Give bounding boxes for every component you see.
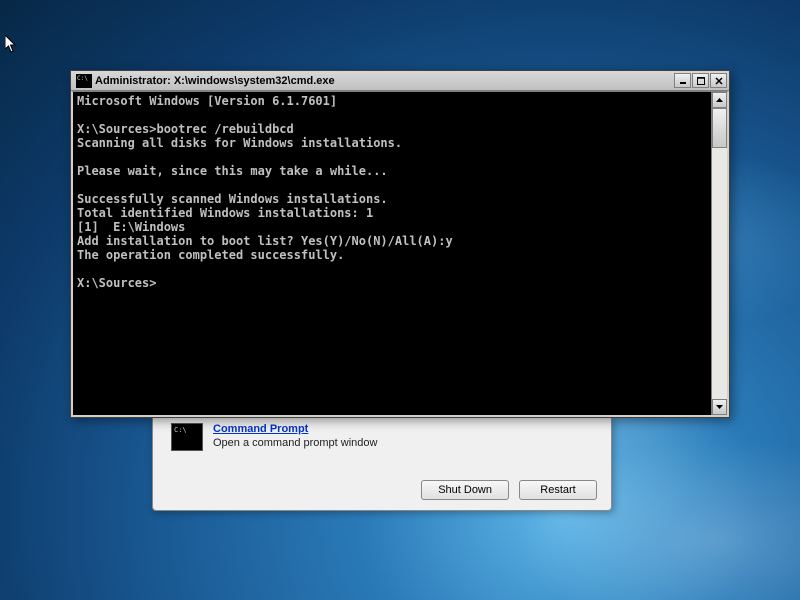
window-title: Administrator: X:\windows\system32\cmd.e…: [95, 75, 674, 87]
close-button[interactable]: [710, 73, 727, 88]
recovery-button-bar: Shut Down Restart: [421, 480, 597, 500]
scroll-down-button[interactable]: [712, 399, 727, 415]
recovery-options-window: Command Prompt Open a command prompt win…: [152, 416, 612, 511]
maximize-button[interactable]: [692, 73, 709, 88]
vertical-scrollbar: [711, 92, 727, 415]
recovery-text-block: Command Prompt Open a command prompt win…: [213, 423, 377, 449]
titlebar[interactable]: Administrator: X:\windows\system32\cmd.e…: [71, 71, 729, 91]
minimize-button[interactable]: [674, 73, 691, 88]
mouse-cursor: [5, 35, 17, 53]
window-control-buttons: [674, 73, 727, 88]
command-prompt-icon: [171, 423, 203, 451]
command-prompt-link[interactable]: Command Prompt: [213, 423, 377, 435]
scroll-thumb[interactable]: [712, 108, 727, 148]
recovery-item: Command Prompt Open a command prompt win…: [153, 417, 611, 453]
shutdown-button[interactable]: Shut Down: [421, 480, 509, 500]
scroll-up-button[interactable]: [712, 92, 727, 108]
window-icon: [76, 74, 92, 88]
terminal-output[interactable]: Microsoft Windows [Version 6.1.7601] X:\…: [73, 92, 711, 415]
command-prompt-description: Open a command prompt window: [213, 437, 377, 449]
command-prompt-window: Administrator: X:\windows\system32\cmd.e…: [70, 70, 730, 418]
scroll-track[interactable]: [712, 108, 727, 399]
command-prompt-body: Microsoft Windows [Version 6.1.7601] X:\…: [71, 91, 729, 417]
restart-button[interactable]: Restart: [519, 480, 597, 500]
